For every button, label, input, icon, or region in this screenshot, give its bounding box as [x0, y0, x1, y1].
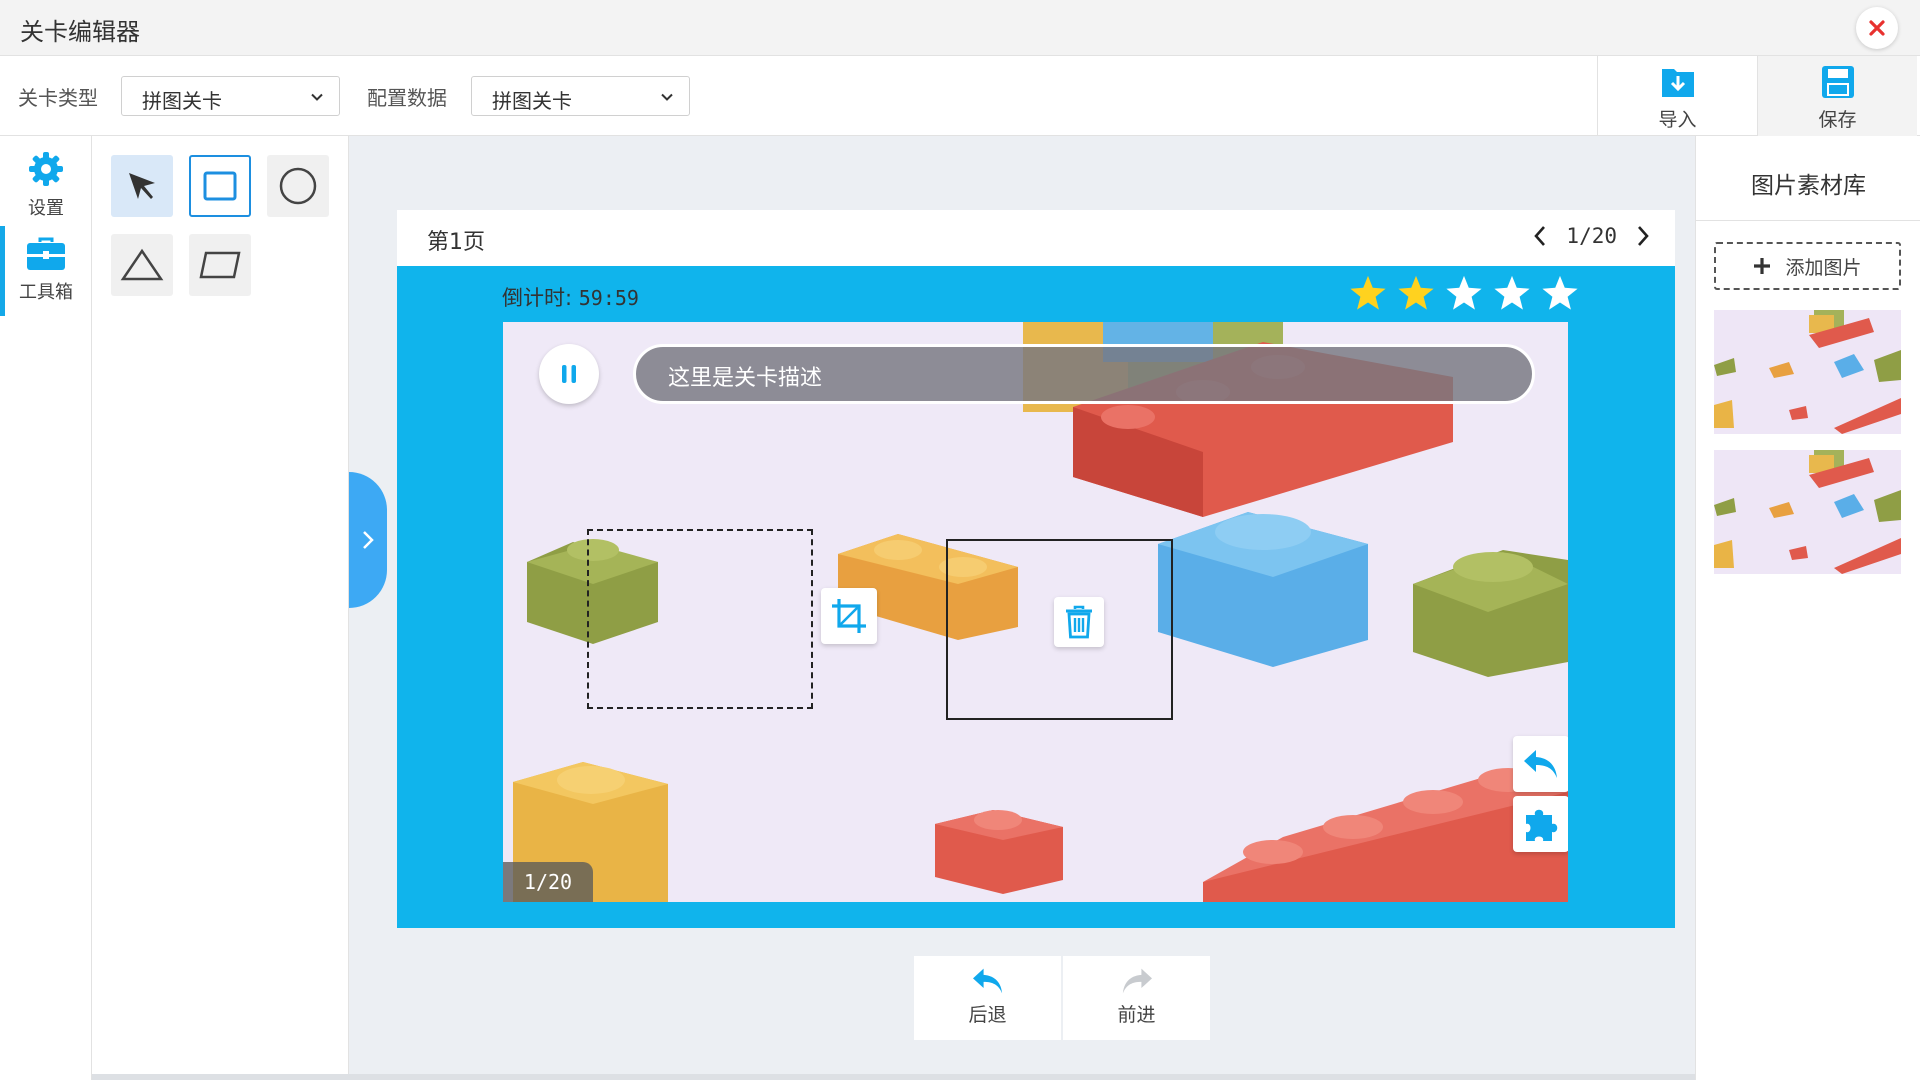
game-stage: 倒计时: 59:59 这里是关卡描述 1/20: [397, 266, 1675, 928]
page-title: 第1页: [427, 230, 485, 255]
star-empty-icon: [1494, 275, 1530, 310]
tool-rectangle[interactable]: [189, 155, 251, 217]
tool-palette: [92, 136, 349, 1080]
undo-icon: [972, 968, 1002, 994]
star-filled-icon: [1350, 275, 1386, 310]
nav-item-settings[interactable]: 设置: [0, 140, 92, 224]
plus-icon: [1754, 258, 1771, 274]
page-card: 第1页 1/20 倒计时: 59:59 这里是关卡描述 1/20: [397, 210, 1675, 928]
level-type-value: 拼图关卡: [142, 89, 222, 113]
parallelogram-icon: [199, 251, 241, 279]
trash-icon: [1066, 605, 1092, 639]
toolbar: 关卡类型 拼图关卡 配置数据 拼图关卡 导入 保存: [0, 56, 1920, 136]
library-divider: [1696, 220, 1920, 221]
import-button[interactable]: 导入: [1597, 56, 1757, 136]
star-filled-icon: [1398, 275, 1434, 310]
save-button[interactable]: 保存: [1757, 56, 1917, 136]
puzzle-piece-button[interactable]: [1513, 796, 1568, 852]
toolbox-icon: [27, 237, 65, 270]
close-button[interactable]: [1856, 7, 1898, 49]
redo-button[interactable]: 前进: [1063, 956, 1210, 1040]
countdown-label: 倒计时:: [502, 286, 573, 310]
bottom-scroll-strip: [92, 1074, 1695, 1080]
pager-text: 1/20: [1566, 224, 1617, 248]
library-title: 图片素材库: [1751, 173, 1866, 199]
circle-icon: [279, 167, 317, 205]
puzzle-region-dashed[interactable]: [587, 529, 813, 709]
rectangle-icon: [203, 171, 237, 201]
puzzle-piece-icon: [1526, 809, 1558, 841]
redo-icon: [1122, 968, 1152, 994]
game-page-counter: 1/20: [503, 862, 593, 902]
lego-thumbnail-image: [1714, 310, 1901, 434]
tool-parallelogram[interactable]: [189, 234, 251, 296]
brick-red-small: [935, 810, 1063, 894]
chevron-down-icon: [661, 93, 673, 101]
nav-settings-label: 设置: [28, 198, 64, 219]
lego-thumbnail-image: [1714, 450, 1901, 574]
window-title: 关卡编辑器: [20, 18, 140, 46]
star-rating: [1349, 274, 1579, 312]
chevron-right-icon: [363, 531, 374, 549]
game-canvas[interactable]: 这里是关卡描述 1/20: [503, 322, 1568, 902]
previous-page-button[interactable]: [1532, 224, 1548, 248]
countdown-value: 59:59: [578, 286, 639, 310]
level-type-label: 关卡类型: [18, 86, 98, 110]
delete-button[interactable]: [1054, 597, 1104, 647]
tool-ellipse[interactable]: [267, 155, 329, 217]
triangle-icon: [120, 248, 164, 281]
pause-button[interactable]: [539, 344, 599, 404]
star-empty-icon: [1542, 275, 1578, 310]
tool-triangle[interactable]: [111, 234, 173, 296]
page-pager: 1/20: [1532, 224, 1651, 248]
nav-item-toolbox[interactable]: 工具箱: [0, 226, 92, 316]
config-data-value: 拼图关卡: [492, 89, 572, 113]
import-icon: [1661, 69, 1694, 97]
chevron-down-icon: [311, 93, 323, 101]
star-empty-icon: [1446, 275, 1482, 310]
countdown: 倒计时: 59:59: [502, 282, 639, 312]
expand-panel-button[interactable]: [349, 472, 387, 608]
pointer-arrow-icon: [129, 173, 155, 199]
image-library-panel: 图片素材库 添加图片: [1695, 136, 1920, 1080]
tool-select[interactable]: [111, 155, 173, 217]
title-bar: 关卡编辑器: [0, 0, 1920, 56]
brick-green-right: [1413, 550, 1568, 677]
add-image-button[interactable]: 添加图片: [1714, 242, 1901, 290]
config-data-select[interactable]: 拼图关卡: [471, 76, 690, 116]
gear-icon: [29, 152, 63, 186]
left-nav: 设置 工具箱: [0, 136, 92, 1080]
undo-button[interactable]: 后退: [914, 956, 1061, 1040]
level-description: 这里是关卡描述: [633, 344, 1535, 404]
crop-icon: [832, 599, 866, 633]
crop-button[interactable]: [821, 588, 877, 644]
redo-label: 前进: [1117, 1004, 1156, 1026]
config-data-label: 配置数据: [367, 86, 447, 110]
page-header: 第1页 1/20: [397, 210, 1675, 266]
level-description-text: 这里是关卡描述: [668, 366, 823, 391]
brick-blue: [1158, 512, 1368, 667]
add-image-label: 添加图片: [1785, 256, 1862, 279]
close-icon: [1869, 20, 1885, 36]
undo-label: 后退: [968, 1004, 1007, 1026]
next-page-button[interactable]: [1635, 224, 1651, 248]
save-icon: [1821, 66, 1854, 98]
save-label: 保存: [1818, 109, 1857, 131]
library-thumbnail[interactable]: [1714, 450, 1901, 574]
undo-icon: [1524, 750, 1557, 778]
level-type-select[interactable]: 拼图关卡: [121, 76, 340, 116]
nav-toolbox-label: 工具箱: [19, 282, 73, 303]
game-undo-button[interactable]: [1513, 736, 1568, 792]
pause-icon: [562, 365, 576, 383]
library-thumbnail[interactable]: [1714, 310, 1901, 434]
import-label: 导入: [1658, 109, 1697, 131]
